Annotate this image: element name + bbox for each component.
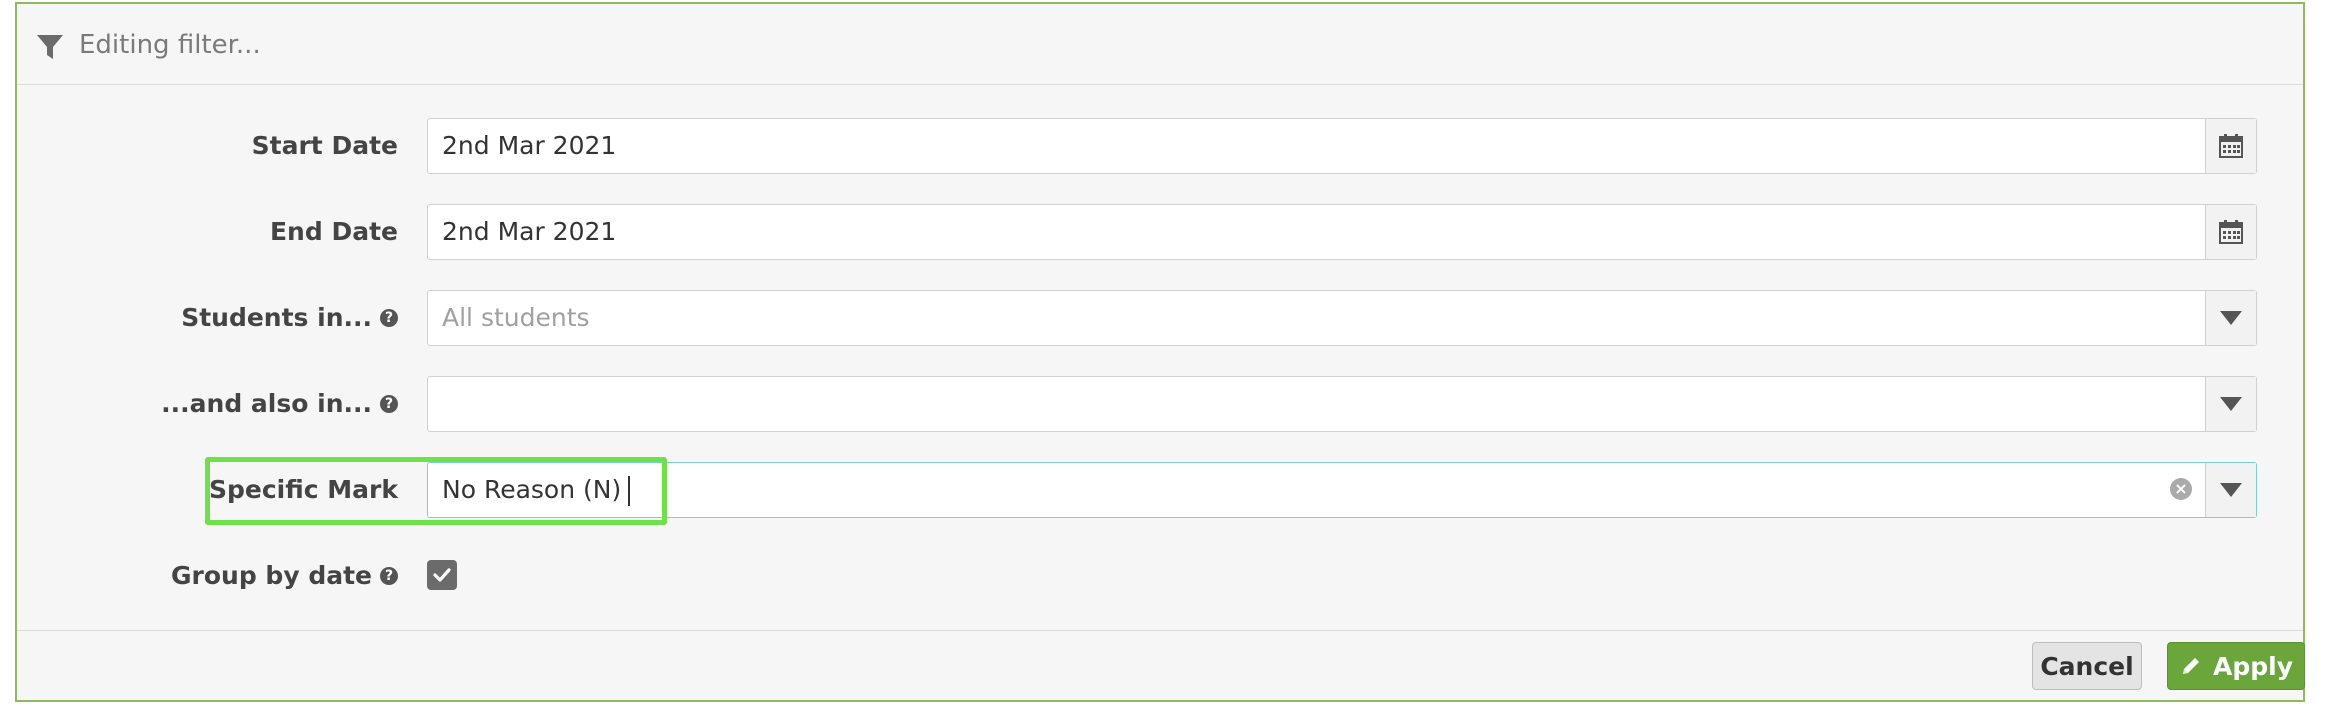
end-date-field[interactable]: 2nd Mar 2021	[427, 204, 2257, 260]
filter-icon	[37, 35, 63, 59]
students-in-select[interactable]: All students	[427, 290, 2257, 346]
group-by-date-label: Group by date ?	[171, 548, 398, 604]
panel-title: Editing filter...	[79, 30, 261, 60]
text-cursor	[628, 476, 630, 506]
specific-mark-value: No Reason (N)	[442, 475, 622, 504]
end-date-value: 2nd Mar 2021	[442, 217, 617, 246]
cancel-button-label: Cancel	[2040, 651, 2134, 681]
start-date-value: 2nd Mar 2021	[442, 131, 617, 160]
pencil-icon	[2179, 654, 2203, 678]
start-date-label: Start Date	[251, 131, 398, 160]
students-in-dropdown-button[interactable]	[2205, 291, 2256, 345]
students-in-row: Students in... ? All students	[17, 290, 2303, 346]
also-in-dropdown-button[interactable]	[2205, 377, 2256, 431]
end-date-row: End Date 2nd Mar 2021	[17, 204, 2303, 260]
start-date-field[interactable]: 2nd Mar 2021	[427, 118, 2257, 174]
panel-header: Editing filter...	[17, 4, 2303, 85]
caret-down-icon	[2220, 483, 2242, 497]
help-icon[interactable]: ?	[380, 567, 398, 585]
caret-down-icon	[2220, 311, 2242, 325]
help-icon[interactable]: ?	[380, 309, 398, 327]
checkmark-icon	[433, 568, 451, 582]
end-date-label: End Date	[269, 217, 398, 246]
panel-footer: Cancel Apply	[17, 630, 2305, 700]
also-in-select[interactable]	[427, 376, 2257, 432]
start-date-calendar-button[interactable]	[2205, 119, 2256, 173]
apply-button-label: Apply	[2212, 651, 2293, 681]
specific-mark-dropdown-button[interactable]	[2205, 463, 2256, 517]
group-by-date-row: Group by date ?	[17, 548, 2303, 604]
students-in-label: Students in... ?	[181, 290, 398, 346]
clear-icon[interactable]: ×	[2170, 478, 2192, 500]
cancel-button[interactable]: Cancel	[2032, 642, 2142, 690]
group-by-date-checkbox[interactable]	[427, 560, 457, 590]
specific-mark-select[interactable]: No Reason (N) ×	[427, 462, 2257, 518]
start-date-row: Start Date 2nd Mar 2021	[17, 118, 2303, 174]
specific-mark-label: Specific Mark	[208, 475, 398, 504]
calendar-icon	[2219, 220, 2243, 244]
students-in-placeholder: All students	[442, 303, 590, 332]
also-in-row: ...and also in... ?	[17, 376, 2303, 432]
end-date-calendar-button[interactable]	[2205, 205, 2256, 259]
apply-button[interactable]: Apply	[2167, 642, 2305, 690]
help-icon[interactable]: ?	[380, 395, 398, 413]
calendar-icon	[2219, 134, 2243, 158]
specific-mark-row: Specific Mark No Reason (N) ×	[17, 462, 2303, 518]
also-in-label: ...and also in... ?	[161, 376, 398, 432]
caret-down-icon	[2220, 397, 2242, 411]
filter-panel: Editing filter... Start Date 2nd Mar 202…	[15, 2, 2305, 702]
